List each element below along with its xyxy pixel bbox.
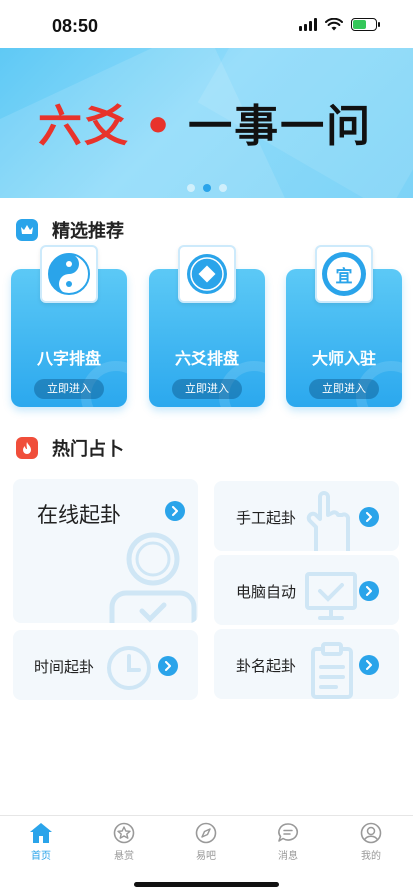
tab-label: 消息 xyxy=(278,851,298,862)
message-icon xyxy=(278,823,299,842)
banner-carousel[interactable]: 六爻 • 一事一问 xyxy=(0,48,413,198)
crown-icon xyxy=(16,219,38,241)
tile-label-time: 时间起卦 xyxy=(34,658,95,676)
hot-section-title: 热门占卜 xyxy=(52,439,124,460)
battery-icon xyxy=(351,18,380,31)
seal-yi-text: 宜 xyxy=(327,257,361,291)
tab-label: 我的 xyxy=(361,851,381,862)
banner-title-black: 一事一问 xyxy=(188,101,373,152)
home-icon xyxy=(30,823,52,843)
chevron-right-icon[interactable] xyxy=(359,507,379,527)
star-icon xyxy=(113,822,135,844)
hand-pointer-icon xyxy=(306,491,350,551)
enter-button[interactable]: 立即进入 xyxy=(34,379,104,399)
chevron-right-icon[interactable] xyxy=(158,656,178,676)
tile-label-online: 在线起卦 xyxy=(37,503,121,527)
tile-label-computer: 电脑自动 xyxy=(236,583,297,601)
tile-label-name: 卦名起卦 xyxy=(236,657,297,675)
featured-card-label: 大师入驻 xyxy=(311,349,376,368)
computer-check-icon xyxy=(305,572,357,620)
featured-cards: 八字排盘 立即进入 六爻排盘 立即进入 大师入驻 立即进入 宜 xyxy=(11,245,402,407)
tab-bar: 首页 悬赏 易吧 消息 我的 xyxy=(0,815,413,896)
user-icon xyxy=(360,822,382,844)
home-indicator[interactable] xyxy=(134,882,279,887)
status-bar: 08:50 xyxy=(0,0,413,48)
tab-profile[interactable]: 我的 xyxy=(341,822,401,862)
tile-computer-auto[interactable]: 电脑自动 xyxy=(214,555,399,625)
tab-label: 易吧 xyxy=(196,851,216,862)
compass-icon xyxy=(195,822,217,844)
tab-label: 首页 xyxy=(31,851,51,862)
seal-yi-icon: 宜 xyxy=(315,245,373,303)
chevron-right-icon[interactable] xyxy=(359,581,379,601)
enter-button[interactable]: 立即进入 xyxy=(172,379,242,399)
featured-card-label: 六爻排盘 xyxy=(174,349,239,368)
clipboard-icon xyxy=(311,642,353,699)
fire-icon xyxy=(16,437,38,459)
tile-manual-divination[interactable]: 手工起卦 xyxy=(214,481,399,551)
tab-forum[interactable]: 易吧 xyxy=(176,822,236,862)
banner-title: 六爻 • 一事一问 xyxy=(38,90,372,154)
chevron-right-icon[interactable] xyxy=(165,501,185,521)
carousel-indicator xyxy=(0,184,413,192)
tile-time-divination[interactable]: 时间起卦 xyxy=(13,630,198,700)
featured-section-title: 精选推荐 xyxy=(52,221,124,242)
banner-title-red: 六爻 xyxy=(38,101,130,152)
banner-title-dot: • xyxy=(144,101,175,152)
enter-button[interactable]: 立即进入 xyxy=(309,379,379,399)
tab-home[interactable]: 首页 xyxy=(11,822,71,862)
tile-name-divination[interactable]: 卦名起卦 xyxy=(214,629,399,699)
status-time: 08:50 xyxy=(52,16,99,36)
tab-messages[interactable]: 消息 xyxy=(258,822,318,862)
status-icons xyxy=(299,18,380,31)
carousel-dot[interactable] xyxy=(218,184,227,192)
yin-yang-icon xyxy=(40,245,98,303)
hot-section-header: 热门占卜 xyxy=(16,435,124,461)
tile-label-manual: 手工起卦 xyxy=(236,509,297,527)
chevron-right-icon[interactable] xyxy=(359,655,379,675)
tile-online-divination[interactable]: 在线起卦 xyxy=(13,479,198,623)
cellular-signal-icon xyxy=(299,18,317,31)
carousel-dot-active[interactable] xyxy=(202,184,211,192)
carousel-dot[interactable] xyxy=(186,184,195,192)
person-check-icon xyxy=(109,532,197,623)
clock-icon xyxy=(107,646,151,690)
tab-label: 悬赏 xyxy=(114,851,134,862)
tab-reward[interactable]: 悬赏 xyxy=(94,822,154,862)
featured-section-header: 精选推荐 xyxy=(16,217,124,243)
featured-card-label: 八字排盘 xyxy=(36,349,101,368)
coin-icon xyxy=(178,245,236,303)
wifi-icon xyxy=(325,18,343,31)
